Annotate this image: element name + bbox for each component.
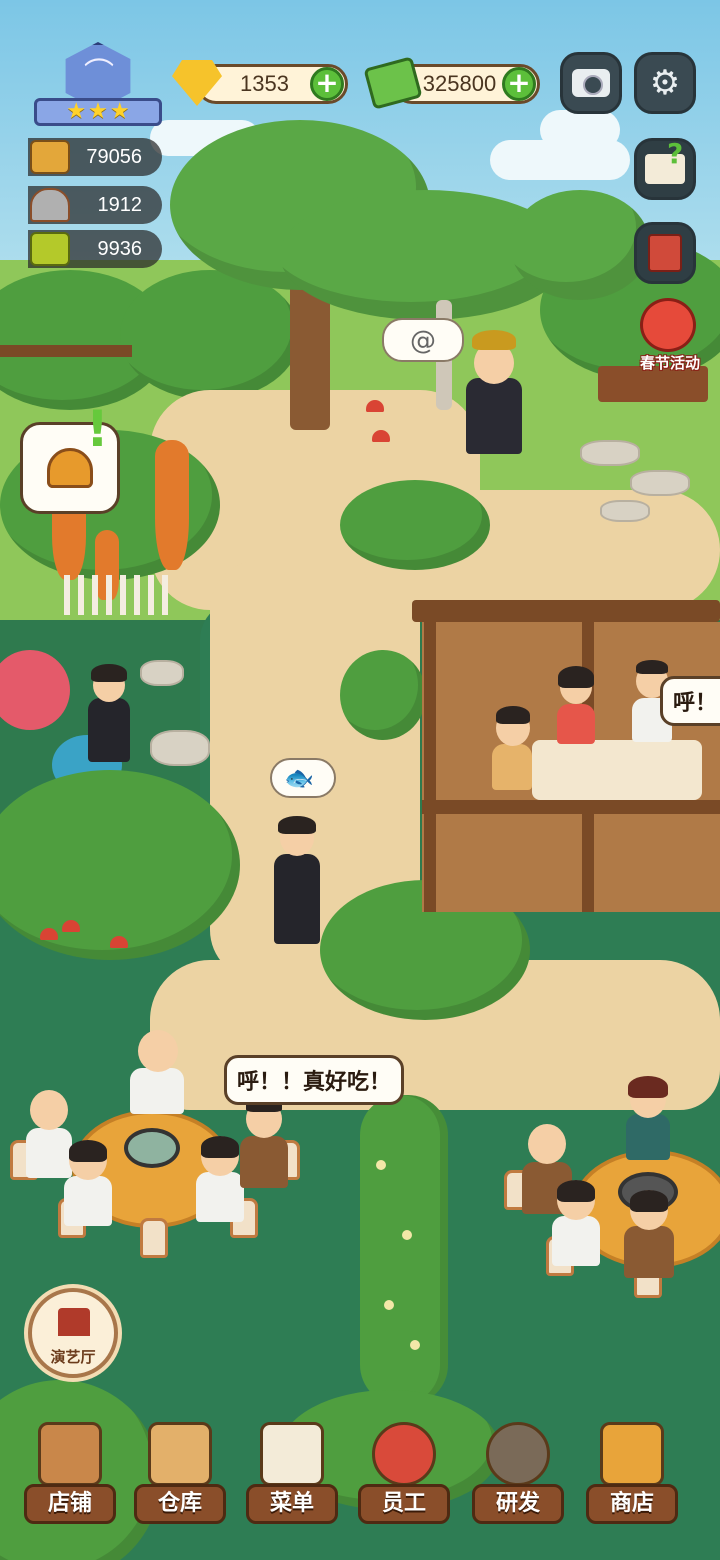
chair [140,1218,168,1258]
thought-bubble: 🐟 [270,758,336,798]
stepping-stone [580,440,640,466]
lion-dance-icon [640,298,696,352]
stat-value: 1912 [97,193,143,216]
rank-ribbon: ★ ★ ★ [34,98,162,126]
mushroom [40,928,58,940]
theater-label: 演艺厅 [50,1348,96,1366]
wok-research-icon [486,1422,550,1486]
spring-festival-event-button[interactable]: 春节活动 [630,298,710,378]
nav-label: 商店 [586,1484,678,1524]
nav-staff[interactable]: 员工 [358,1410,450,1528]
settings-button[interactable]: ⚙ [634,52,696,114]
mushroom [62,920,80,932]
shop-building-icon [38,1422,102,1486]
whisk-bowl-icon: ⌒ [84,57,114,92]
flower [402,1230,412,1240]
nav-menu[interactable]: 菜单 [246,1410,338,1528]
flower [410,1340,420,1350]
theater-button[interactable]: 演艺厅 [28,1288,118,1378]
stepping-stone [150,730,210,766]
nav-label: 研发 [472,1484,564,1524]
speech-bubble: 呼！ [660,676,720,726]
hedge-bush [120,270,300,400]
pot-icon [30,140,70,174]
pavilion-rail [422,800,720,814]
pavilion-dining-table [532,740,702,800]
pink-flower [0,650,70,730]
help-glyph: ? [667,137,684,170]
speech-text: 呼！！真好吃！ [236,1070,391,1095]
gear-icon: ⚙ [649,63,681,103]
speech-text: 呼！ [672,691,717,716]
stepping-stone [600,500,650,522]
exclamation-icon: ! [86,400,109,458]
wooden-pergola [0,345,132,415]
book-help-icon: ? [645,140,685,184]
stepping-stone [630,470,690,496]
nav-label: 仓库 [134,1484,226,1524]
hotpot [124,1128,180,1168]
nav-store[interactable]: 商店 [586,1410,678,1528]
fish-icon: 🐟 [284,764,314,792]
path-bush [340,480,490,570]
restaurant-rank-badge[interactable]: ⌒ ★ ★ ★ [34,42,162,128]
pavilion-roof [412,600,720,622]
red-book-icon [648,234,682,272]
mushroom [372,430,390,442]
nav-label: 菜单 [246,1484,338,1524]
bottom-nav: 店铺 仓库 菜单 员工 研发 商店 [0,1410,720,1560]
add-cash-button[interactable]: + [502,67,536,101]
star-icon: ★ [109,99,130,124]
spiral-icon: @ [410,326,436,356]
event-label: 春节活动 [639,354,700,372]
camera-button[interactable] [560,52,622,114]
thought-bubble: @ [382,318,464,362]
warehouse-boxes-icon [148,1422,212,1486]
nav-shop[interactable]: 店铺 [24,1410,116,1528]
garden-fence [64,575,174,615]
pavilion-post [424,622,436,912]
hedge-strip [360,1095,448,1405]
flower [376,1160,386,1170]
stat-value: 79056 [86,145,142,168]
nav-label: 店铺 [24,1484,116,1524]
nav-research[interactable]: 研发 [472,1410,564,1528]
giant-carrot [155,440,189,570]
star-icon: ★ [88,99,108,124]
speech-bubble: 呼！！真好吃！ [224,1055,404,1105]
flower [384,1300,394,1310]
help-book-button[interactable]: ? [634,138,696,200]
theater-icon [58,1308,90,1336]
serving-dish-icon [30,188,70,222]
add-gems-button[interactable]: + [310,67,344,101]
camera-icon [572,69,610,97]
stepping-stone [140,660,184,686]
mushroom [366,400,384,412]
nav-label: 员工 [358,1484,450,1524]
cloud [540,110,620,150]
staff-chef-icon [372,1422,436,1486]
tree-canopy [510,190,650,300]
nav-warehouse[interactable]: 仓库 [134,1410,226,1528]
gem-counter: 1353 + [196,64,348,104]
recipe-book-button[interactable] [634,222,696,284]
star-icon: ★ [66,99,87,124]
mushroom [110,936,128,948]
stat-value: 9936 [97,237,143,260]
menu-book-icon [30,232,70,266]
dining-pavilion[interactable] [412,600,720,912]
store-stall-icon [600,1422,664,1486]
menu-clipboard-icon [260,1422,324,1486]
